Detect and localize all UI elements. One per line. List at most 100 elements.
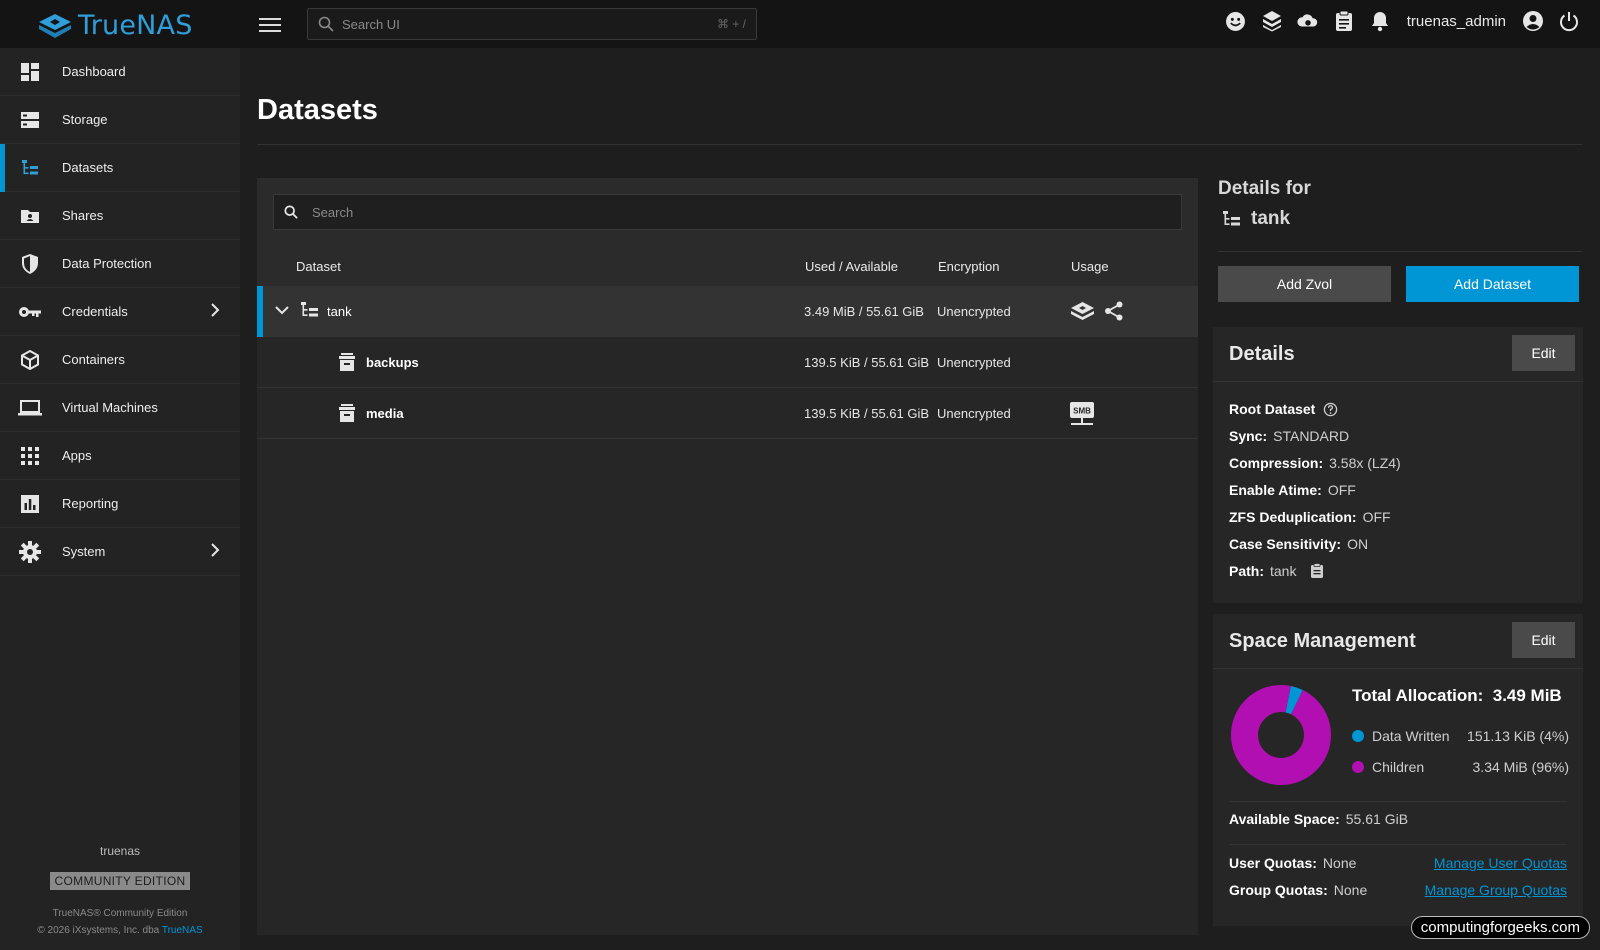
sidebar-item-shares[interactable]: Shares [0,192,240,240]
detail-value: OFF [1362,509,1391,525]
dataset-icon [338,404,356,425]
datasets-table-panel: Search Dataset Used / Available Encrypti… [257,178,1198,935]
dataset-encryption: Unencrypted [937,406,1011,421]
menu-toggle-icon[interactable] [259,14,281,34]
detail-row-case-sensitivity: Case Sensitivity: ON [1229,536,1368,552]
detail-row-sync: Sync: STANDARD [1229,428,1349,444]
allocation-donut-chart [1231,685,1331,785]
feedback-icon[interactable] [1225,10,1247,32]
sidebar-item-label: Shares [62,208,104,223]
sidebar-item-reporting[interactable]: Reporting [0,480,240,528]
jobs-icon[interactable] [1297,10,1319,32]
legend-dot [1352,730,1364,742]
legend-value: 3.34 MiB (96%) [1472,759,1569,775]
sidebar-item-label: Virtual Machines [62,400,158,415]
sidebar-item-datasets[interactable]: Datasets [0,144,240,192]
sidebar: Dashboard Storage Datasets Shares Data P… [0,48,240,950]
datasets-search-bar: Search [257,178,1198,246]
sidebar-item-data-protection[interactable]: Data Protection [0,240,240,288]
top-actions: truenas_admin [1225,10,1580,32]
details-card: Details Edit Root Dataset Sync: STANDARD … [1213,327,1583,603]
copy-path-icon[interactable] [1310,563,1324,579]
chevron-down-icon[interactable] [275,303,289,318]
sidebar-item-system[interactable]: System [0,528,240,576]
share-icon [1104,301,1124,324]
detail-label: Enable Atime: [1229,482,1322,498]
column-header-used[interactable]: Used / Available [805,259,898,274]
datasets-search-input[interactable]: Search [273,194,1182,230]
sidebar-item-dashboard[interactable]: Dashboard [0,48,240,96]
gear-icon [18,540,42,564]
copyright: © 2026 iXsystems, Inc. dba TrueNAS [0,925,240,936]
truenas-logo[interactable]: TrueNAS [38,10,193,41]
top-bar: TrueNAS Search UI ⌘ + / truenas_admin [0,0,1600,48]
sidebar-item-label: Datasets [62,160,114,175]
chevron-right-icon [210,302,220,321]
manage-user-quotas-link[interactable]: Manage User Quotas [1434,855,1567,871]
power-icon[interactable] [1558,10,1580,32]
sidebar-item-label: System [62,544,106,559]
sidebar-item-virtual-machines[interactable]: Virtual Machines [0,384,240,432]
hostname: truenas [99,844,141,858]
column-header-dataset[interactable]: Dataset [296,259,341,274]
group-quotas-label: Group Quotas: [1229,882,1328,898]
table-row[interactable]: media 139.5 KiB / 55.61 GiB Unencrypted … [257,388,1198,439]
global-search-placeholder: Search UI [342,16,400,32]
detail-value: ON [1347,536,1369,552]
add-zvol-button[interactable]: Add Zvol [1218,266,1391,302]
copyright-link[interactable]: TrueNAS [162,925,203,936]
username[interactable]: truenas_admin [1407,13,1506,30]
edition-badge: COMMUNITY EDITION [49,872,191,890]
manage-group-quotas-link[interactable]: Manage Group Quotas [1425,882,1567,898]
details-dataset-label: tank [1251,208,1291,229]
group-quotas-value: None [1333,882,1368,898]
space-edit-button[interactable]: Edit [1512,622,1575,658]
add-dataset-button[interactable]: Add Dataset [1406,266,1579,302]
reporting-icon [18,492,42,516]
dataset-icon [338,353,356,374]
sidebar-item-apps[interactable]: Apps [0,432,240,480]
storage-icon [18,108,42,132]
dataset-name: tank [327,304,352,319]
global-search-input[interactable]: Search UI ⌘ + / [307,8,757,40]
dataset-encryption: Unencrypted [937,304,1011,319]
clipboard-icon[interactable] [1333,10,1355,32]
help-icon[interactable] [1323,402,1338,417]
detail-label: ZFS Deduplication: [1229,509,1357,525]
detail-row-path: Path: tank [1229,563,1324,579]
column-header-encryption[interactable]: Encryption [938,259,999,274]
user-quotas-row: User Quotas: None Manage User Quotas [1229,855,1567,871]
product-line: TrueNAS® Community Edition [52,908,188,919]
detail-row-dedup: ZFS Deduplication: OFF [1229,509,1391,525]
group-quotas-row: Group Quotas: None Manage Group Quotas [1229,882,1567,898]
table-row[interactable]: backups 139.5 KiB / 55.61 GiB Unencrypte… [257,337,1198,388]
user-quotas-value: None [1322,855,1357,871]
bell-icon[interactable] [1369,10,1391,32]
dataset-tree-icon [1223,211,1240,226]
detail-label: Sync: [1229,428,1268,444]
search-shortcut-hint: ⌘ + / [716,17,746,31]
sidebar-item-label: Dashboard [62,64,126,79]
apps-grid-icon [18,444,42,468]
truecommand-icon[interactable] [1261,10,1283,32]
root-dataset-row: Root Dataset [1229,401,1338,417]
truenas-logo-icon [1070,301,1095,324]
sidebar-item-storage[interactable]: Storage [0,96,240,144]
account-icon[interactable] [1522,10,1544,32]
sidebar-item-credentials[interactable]: Credentials [0,288,240,336]
copyright-text: © 2026 iXsystems, Inc. dba [37,925,160,936]
legend-label: Children [1372,759,1425,775]
column-header-usage[interactable]: Usage [1071,259,1109,274]
sidebar-item-containers[interactable]: Containers [0,336,240,384]
dataset-used: 139.5 KiB / 55.61 GiB [804,406,930,421]
table-row[interactable]: tank 3.49 MiB / 55.61 GiB Unencrypted [257,286,1198,337]
total-allocation-label: Total Allocation: [1352,686,1484,705]
sidebar-footer: truenas COMMUNITY EDITION TrueNAS® Commu… [0,844,240,950]
detail-label: Case Sensitivity: [1229,536,1342,552]
details-edit-button[interactable]: Edit [1512,335,1575,371]
legend-children: Children 3.34 MiB (96%) [1352,759,1569,775]
datasets-icon [18,156,42,180]
dataset-name: media [366,406,404,421]
detail-value: STANDARD [1273,428,1350,444]
donut-slice-children [1231,685,1331,785]
